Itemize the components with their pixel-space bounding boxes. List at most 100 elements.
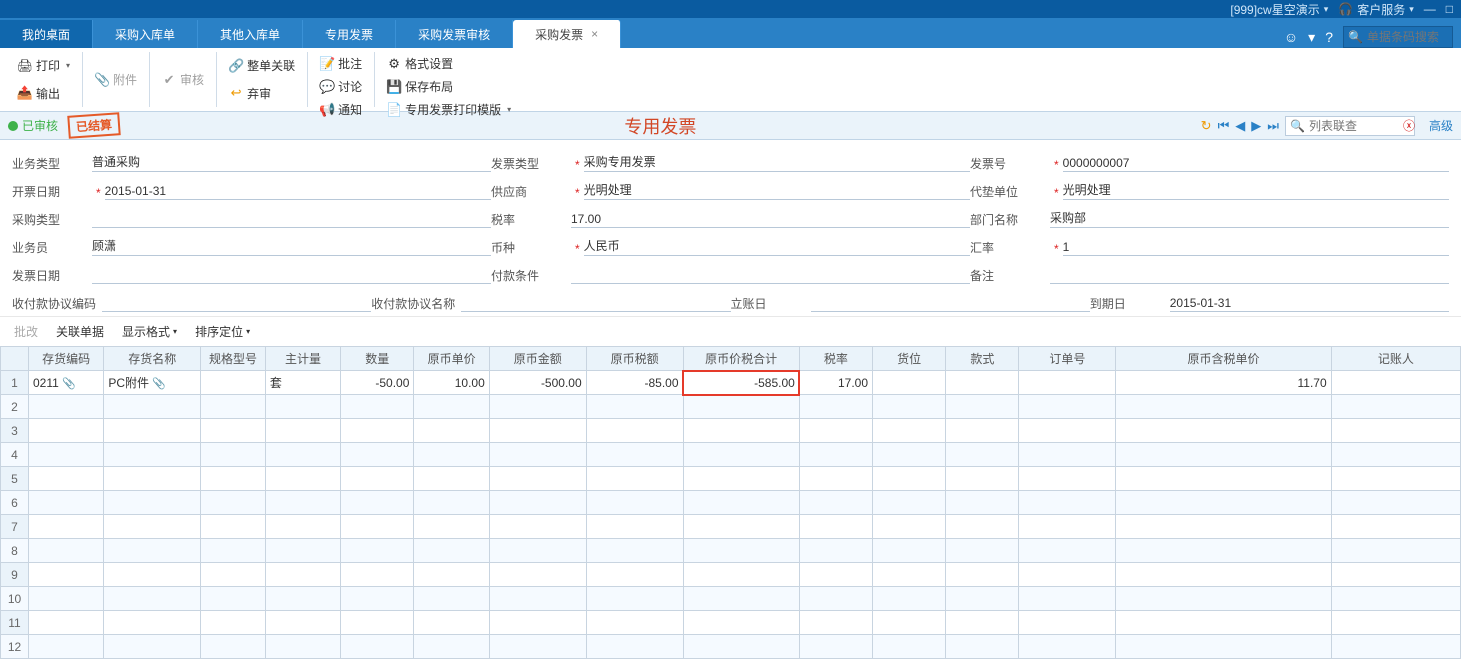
cell[interactable] <box>104 467 201 491</box>
cell[interactable] <box>946 491 1019 515</box>
cell[interactable] <box>586 563 683 587</box>
cell[interactable] <box>799 515 872 539</box>
cell[interactable] <box>489 491 586 515</box>
cell[interactable]: 17.00 <box>799 371 872 395</box>
cell[interactable]: 0211 📎 <box>28 371 103 395</box>
cell[interactable] <box>946 635 1019 659</box>
cell[interactable] <box>104 611 201 635</box>
cell[interactable] <box>1331 419 1460 443</box>
cell[interactable] <box>414 443 489 467</box>
cell[interactable] <box>201 611 266 635</box>
cell[interactable] <box>104 563 201 587</box>
cell[interactable]: 8 <box>1 539 29 563</box>
cell[interactable] <box>104 443 201 467</box>
cell[interactable] <box>341 539 414 563</box>
cell[interactable] <box>1331 539 1460 563</box>
cell[interactable] <box>104 419 201 443</box>
cell[interactable]: 7 <box>1 515 29 539</box>
print-button[interactable]: 🖨打印▾ <box>12 54 76 77</box>
cell[interactable] <box>201 371 266 395</box>
cell[interactable] <box>683 539 799 563</box>
buy-type-field[interactable] <box>92 226 491 228</box>
cell[interactable] <box>341 611 414 635</box>
cell[interactable] <box>341 563 414 587</box>
cell[interactable] <box>265 611 340 635</box>
table-row[interactable]: 8 <box>1 539 1461 563</box>
cell[interactable] <box>799 419 872 443</box>
biz-type-field[interactable]: 普通采购 <box>92 153 491 172</box>
cell[interactable] <box>586 467 683 491</box>
cell[interactable] <box>341 587 414 611</box>
tab-other-in[interactable]: 其他入库单 <box>198 20 303 48</box>
abandon-audit-button[interactable]: ↩弃审 <box>223 82 301 105</box>
cell[interactable] <box>946 587 1019 611</box>
cell[interactable] <box>586 395 683 419</box>
cell[interactable] <box>28 563 103 587</box>
cell[interactable] <box>799 539 872 563</box>
cell[interactable]: 11 <box>1 611 29 635</box>
audit-button[interactable]: ✔审核 <box>156 68 210 91</box>
cell[interactable] <box>799 443 872 467</box>
cell[interactable] <box>873 371 946 395</box>
refresh-icon[interactable]: ↻ <box>1201 118 1212 134</box>
cell[interactable]: 10 <box>1 587 29 611</box>
cell[interactable] <box>586 635 683 659</box>
cell[interactable]: -500.00 <box>489 371 586 395</box>
cell[interactable] <box>265 491 340 515</box>
supplier-field[interactable]: 光明处理 <box>584 181 970 200</box>
cell[interactable] <box>1116 539 1331 563</box>
cell[interactable] <box>265 587 340 611</box>
cell[interactable] <box>586 515 683 539</box>
cell[interactable] <box>341 395 414 419</box>
cell[interactable] <box>1116 419 1331 443</box>
col-header[interactable]: 税率 <box>799 347 872 371</box>
cell[interactable] <box>683 395 799 419</box>
col-header[interactable] <box>1 347 29 371</box>
cell[interactable] <box>683 611 799 635</box>
cell[interactable] <box>1331 443 1460 467</box>
cell[interactable] <box>1019 635 1116 659</box>
cell[interactable] <box>1116 491 1331 515</box>
cell[interactable] <box>1019 395 1116 419</box>
cell[interactable] <box>799 587 872 611</box>
cell[interactable]: 5 <box>1 467 29 491</box>
cell[interactable] <box>873 491 946 515</box>
display-format-button[interactable]: 显示格式▾ <box>122 323 177 340</box>
taxrate-field[interactable]: 17.00 <box>571 212 970 228</box>
cell[interactable] <box>683 467 799 491</box>
cell[interactable] <box>683 587 799 611</box>
account-label[interactable]: [999]cw星空演示▾ <box>1230 1 1328 18</box>
table-row[interactable]: 7 <box>1 515 1461 539</box>
cell[interactable] <box>28 587 103 611</box>
cell[interactable] <box>201 539 266 563</box>
col-header[interactable]: 原币单价 <box>414 347 489 371</box>
cell[interactable] <box>201 635 266 659</box>
list-search-input[interactable] <box>1309 119 1399 133</box>
table-row[interactable]: 6 <box>1 491 1461 515</box>
cell[interactable] <box>586 539 683 563</box>
cell[interactable]: 10.00 <box>414 371 489 395</box>
col-header[interactable]: 存货编码 <box>28 347 103 371</box>
tab-my-desktop[interactable]: 我的桌面 <box>0 20 93 48</box>
cell[interactable] <box>683 563 799 587</box>
cell[interactable] <box>1331 395 1460 419</box>
cell[interactable] <box>104 491 201 515</box>
cell[interactable] <box>946 443 1019 467</box>
cell[interactable] <box>946 563 1019 587</box>
window-min-icon[interactable]: — <box>1424 2 1436 16</box>
cell[interactable] <box>489 611 586 635</box>
prev-icon[interactable]: ◀ <box>1235 118 1245 134</box>
cell[interactable] <box>586 419 683 443</box>
tab-purchase-invoice[interactable]: 采购发票× <box>513 20 621 48</box>
cell[interactable] <box>265 443 340 467</box>
cell[interactable] <box>586 443 683 467</box>
cell[interactable] <box>946 371 1019 395</box>
cell[interactable]: 3 <box>1 419 29 443</box>
tab-purchase-in[interactable]: 采购入库单 <box>93 20 198 48</box>
cell[interactable] <box>489 395 586 419</box>
cell[interactable] <box>1019 515 1116 539</box>
duedate-field[interactable]: 2015-01-31 <box>1170 296 1449 312</box>
cell[interactable] <box>414 563 489 587</box>
cell[interactable] <box>414 491 489 515</box>
cell[interactable] <box>341 419 414 443</box>
